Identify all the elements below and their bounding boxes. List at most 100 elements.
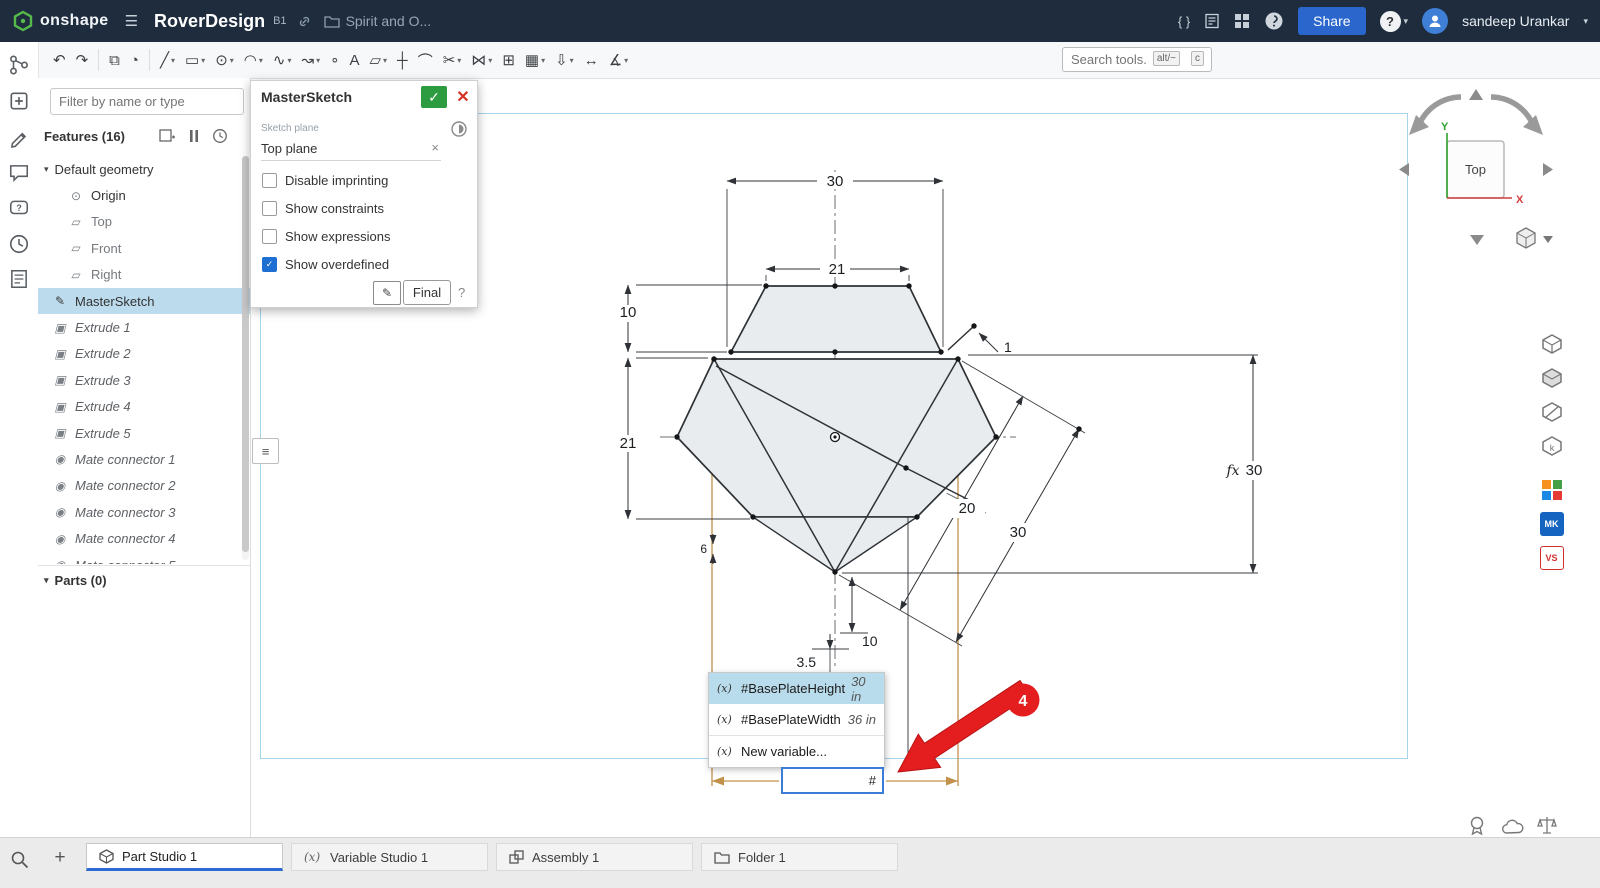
section-view-button[interactable]: [1538, 398, 1565, 425]
checkbox-show-constraints[interactable]: Show constraints: [262, 201, 384, 216]
folder-name[interactable]: Spirit and O...: [346, 13, 432, 29]
checkbox-checked[interactable]: ✓: [262, 257, 277, 272]
history-icon[interactable]: [8, 233, 30, 255]
checkbox[interactable]: [262, 173, 277, 188]
rotate-left-arrow-icon[interactable]: [1419, 97, 1461, 125]
rectangle-tool-button[interactable]: ▭▾: [181, 46, 209, 74]
tree-item-mate-connector-5[interactable]: ◉Mate connector 5: [38, 552, 250, 564]
tree-item-right-plane[interactable]: ▱Right: [38, 262, 250, 288]
checkbox-show-expressions[interactable]: Show expressions: [262, 229, 391, 244]
help-menu[interactable]: ? ▾: [1380, 11, 1409, 32]
tree-item-extrude-3[interactable]: ▣Extrude 3: [38, 367, 250, 393]
autocomplete-item-baseplatewidth[interactable]: (x) #BasePlateWidth 36 in: [709, 704, 884, 735]
featurescript-icon[interactable]: { }: [1178, 14, 1190, 29]
sketch-origin[interactable]: [831, 433, 840, 442]
inspect-tool-button[interactable]: ∡▾: [605, 46, 632, 74]
view-cube-face-label[interactable]: Top: [1465, 162, 1486, 177]
view-mode-button[interactable]: [1517, 228, 1553, 248]
tree-item-extrude-5[interactable]: ▣Extrude 5: [38, 420, 250, 446]
scrollbar-thumb[interactable]: [242, 156, 249, 552]
feature-list-scrollbar[interactable]: [242, 156, 249, 560]
app-store-icon[interactable]: [1234, 13, 1250, 29]
tree-item-origin[interactable]: ⊙Origin: [38, 182, 250, 208]
point-tool-button[interactable]: ∘: [326, 46, 343, 74]
paste-sketch-button[interactable]: ⧉: [105, 46, 124, 74]
tree-group-default-geometry[interactable]: ▾Default geometry: [38, 156, 250, 182]
notifications-icon[interactable]: [1264, 11, 1284, 31]
redo-button[interactable]: ↷: [72, 46, 93, 74]
dimension-tool-button[interactable]: ┼: [393, 46, 412, 74]
rotate-right-arrowhead-icon[interactable]: [1523, 115, 1543, 135]
measure-tool-button[interactable]: ↔: [580, 46, 603, 74]
sketch-profile[interactable]: [677, 286, 996, 572]
tab-folder-1[interactable]: Folder 1: [701, 843, 898, 871]
tree-item-mate-connector-3[interactable]: ◉Mate connector 3: [38, 499, 250, 525]
help-icon[interactable]: ?: [458, 285, 465, 300]
vs-app-button[interactable]: VS: [1538, 544, 1565, 571]
chevron-down-icon[interactable]: ▾: [44, 164, 49, 175]
final-button[interactable]: Final: [403, 280, 451, 305]
checkbox[interactable]: [262, 201, 277, 216]
report-icon[interactable]: [1204, 13, 1220, 29]
rotate-view-right-icon[interactable]: [1543, 163, 1553, 176]
circle-tool-button[interactable]: ⊙▾: [211, 46, 238, 74]
tab-part-studio-1[interactable]: Part Studio 1: [86, 843, 283, 871]
autocomplete-new-variable[interactable]: (x) New variable...: [709, 735, 884, 767]
view-cube[interactable]: Top Y X: [1395, 85, 1565, 260]
named-views-button[interactable]: k: [1538, 432, 1565, 459]
help-icon[interactable]: ?: [1380, 11, 1401, 32]
version-badge[interactable]: B1: [273, 15, 286, 27]
tilt-down-arrow-icon[interactable]: [1470, 235, 1484, 245]
tree-item-mate-connector-4[interactable]: ◉Mate connector 4: [38, 525, 250, 551]
appearance-icon[interactable]: [8, 126, 30, 148]
mk-app-button[interactable]: MK: [1538, 510, 1565, 537]
menu-icon[interactable]: ☰: [125, 12, 138, 30]
avatar[interactable]: [1422, 8, 1448, 34]
tree-item-extrude-2[interactable]: ▣Extrude 2: [38, 341, 250, 367]
accept-button[interactable]: ✓: [421, 86, 447, 108]
tree-group-parts[interactable]: ▾Parts (0): [38, 565, 250, 594]
chevron-down-icon[interactable]: ▾: [44, 575, 49, 586]
sketch-plane-field[interactable]: Top plane ×: [261, 137, 441, 161]
tree-item-extrude-1[interactable]: ▣Extrude 1: [38, 314, 250, 340]
document-title[interactable]: RoverDesign: [154, 11, 265, 32]
versions-icon[interactable]: [8, 54, 30, 76]
mirror-tool-button[interactable]: ⋈▾: [467, 46, 496, 74]
checkbox[interactable]: [262, 229, 277, 244]
isometric-view-button[interactable]: [1538, 330, 1565, 357]
autocomplete-item-baseplateheight[interactable]: (x) #BasePlateHeight 30 in: [709, 673, 884, 704]
tab-variable-studio-1[interactable]: (x) Variable Studio 1: [291, 843, 488, 871]
feature-state-icon[interactable]: [450, 120, 468, 138]
search-tabs-icon[interactable]: [10, 850, 30, 870]
fold-panel-button[interactable]: ≡: [252, 438, 279, 464]
chevron-down-icon[interactable]: ▾: [1583, 16, 1588, 27]
insert-feature-icon[interactable]: [159, 129, 176, 144]
cancel-button[interactable]: ✕: [453, 86, 473, 108]
notes-icon[interactable]: [8, 268, 30, 290]
tilt-up-arrow-icon[interactable]: [1469, 89, 1483, 100]
spline-tool-button[interactable]: ∿▾: [269, 46, 296, 74]
search-tools-input[interactable]: [1062, 47, 1212, 72]
rotate-right-arrow-icon[interactable]: [1491, 97, 1533, 125]
offset-tool-button[interactable]: ⇩▾: [551, 46, 578, 74]
comments-icon[interactable]: [8, 162, 30, 184]
tree-item-extrude-4[interactable]: ▣Extrude 4: [38, 394, 250, 420]
checkbox-disable-imprinting[interactable]: Disable imprinting: [262, 173, 388, 188]
trim-tool-button[interactable]: ✂▾: [439, 46, 466, 74]
tree-item-mastersketch[interactable]: ✎MasterSketch: [38, 288, 250, 314]
insert-icon[interactable]: [8, 90, 30, 112]
help-icon[interactable]: ?: [8, 197, 30, 219]
link-icon[interactable]: [297, 14, 312, 29]
tree-item-front-plane[interactable]: ▱Front: [38, 235, 250, 261]
tree-item-mate-connector-1[interactable]: ◉Mate connector 1: [38, 446, 250, 472]
curve-tool-button[interactable]: ↝▾: [297, 46, 324, 74]
tab-assembly-1[interactable]: Assembly 1: [496, 843, 693, 871]
new-tab-button[interactable]: +: [48, 846, 72, 870]
dimension-value-input[interactable]: [781, 767, 884, 794]
username[interactable]: sandeep Urankar: [1462, 13, 1569, 29]
checkbox-show-overdefined[interactable]: ✓Show overdefined: [262, 257, 389, 272]
fillet-tool-button[interactable]: ⌒: [414, 46, 437, 74]
rotate-view-left-icon[interactable]: [1399, 163, 1409, 176]
clear-icon[interactable]: ×: [431, 140, 439, 155]
text-tool-button[interactable]: A: [345, 46, 363, 74]
